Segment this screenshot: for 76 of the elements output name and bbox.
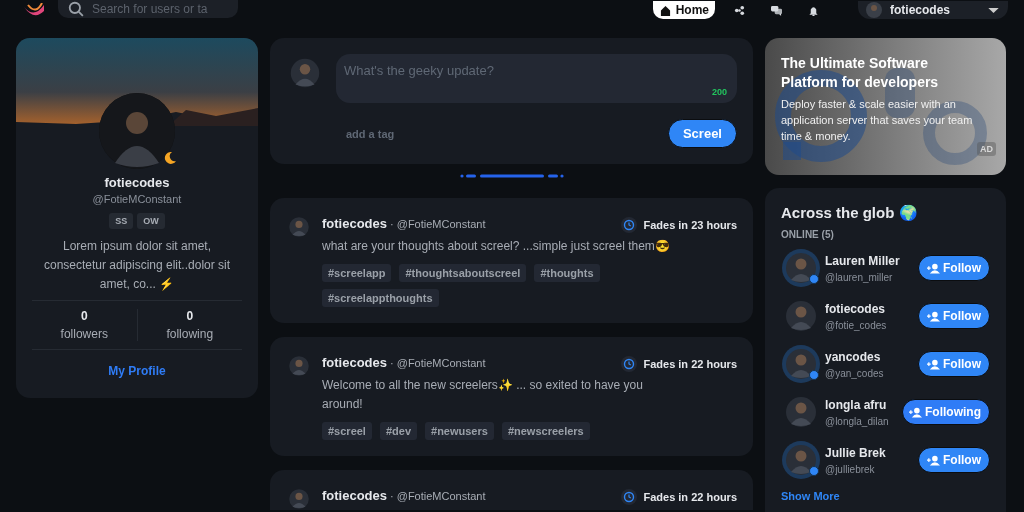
expiry-label: Fades in 22 hours (643, 358, 737, 370)
chat-icon (770, 4, 783, 16)
post-handle: · @FotieMConstant (390, 217, 486, 230)
profile-handle: @FotieMConstant (92, 193, 182, 205)
search-bar[interactable]: Search for users or ta (58, 0, 238, 18)
tag-input[interactable]: add a tag (344, 126, 468, 141)
avatar (286, 214, 312, 240)
timer-icon (621, 217, 638, 233)
user-name: fotiecodes (825, 301, 886, 316)
avatar (286, 353, 312, 379)
user-handle: @yan_codes (825, 367, 885, 379)
ad-label: AD (977, 142, 996, 156)
expiry-label: Fades in 22 hours (643, 491, 737, 503)
follow-button[interactable]: Follow (918, 303, 990, 329)
hashtag[interactable]: #screel (322, 422, 372, 440)
hashtag[interactable]: #screelapp (322, 264, 392, 282)
hashtag[interactable]: #newusers (425, 422, 494, 440)
hashtag[interactable]: #screelappthoughts (322, 289, 439, 307)
profile-badge: OW (137, 213, 165, 229)
search-icon (68, 1, 84, 17)
add-person-icon (927, 358, 940, 370)
hashtag[interactable]: #newscreelers (501, 422, 590, 440)
profile-link[interactable]: My Profile (108, 364, 166, 378)
online-count: ONLINE (5) (781, 229, 835, 240)
follow-button[interactable]: Follow (918, 447, 990, 473)
user-handle: @longla_dilan (825, 415, 890, 427)
user-name: Jullie Brek (825, 445, 887, 460)
post-author: fotiecodes (322, 355, 387, 370)
home-tab[interactable]: Home (652, 1, 715, 19)
stat-value: 0 (186, 309, 194, 323)
user-handle: @julliebrek (825, 463, 876, 475)
post-handle: · @FotieMConstant (390, 356, 486, 369)
follow-button[interactable]: Follow (918, 255, 990, 281)
post-handle: · @FotieMConstant (390, 489, 486, 502)
post-text: Welcome to all the new screelers✨ ... so exited to have you around! (322, 377, 644, 413)
timer-icon (621, 489, 638, 505)
stat-label: followers (60, 327, 108, 341)
user-name: longla afru (825, 397, 888, 412)
following-button[interactable]: Following (902, 399, 990, 425)
timer-icon (621, 356, 638, 372)
ad-title: The Ultimate Software Platform for developers (781, 54, 940, 92)
moon-icon (163, 151, 177, 165)
ad-text: Deploy faster & scale easier with an application server that saves your team time & money. (781, 97, 974, 144)
stat-label: following (166, 327, 214, 341)
add-person-icon (909, 406, 922, 418)
expiry-label: Fades in 23 hours (643, 219, 737, 231)
add-person-icon (927, 262, 940, 274)
character-counter: 200 (711, 87, 727, 97)
dots-icon (733, 4, 746, 16)
hashtag[interactable]: #thoughtsaboutscreel (399, 264, 527, 282)
hashtag[interactable]: #dev (379, 422, 417, 440)
add-person-icon (927, 454, 940, 466)
stat-value: 0 (80, 309, 88, 323)
user-handle: @lauren_miller (825, 271, 894, 283)
hashtag[interactable]: #thoughts (534, 264, 600, 282)
follow-button[interactable]: Follow (918, 351, 990, 377)
post-author: fotiecodes (322, 216, 387, 231)
user-handle: @fotie_codes (825, 319, 888, 331)
user-name: yancodes (825, 349, 882, 364)
home-icon (658, 4, 672, 16)
avatar (286, 486, 312, 512)
search-field[interactable]: Search for users or ta (92, 2, 222, 16)
user-name: Lauren Miller (825, 253, 901, 268)
profile-badge: SS (109, 213, 134, 229)
post-text: what are your thoughts about screel? ...simple just screel them😎 (322, 238, 671, 255)
show-more-link[interactable]: Show More (781, 490, 840, 502)
ad-card[interactable]: The Ultimate Software Platform for developers Deploy faster & scale easier with an application server that saves your team time & money. AD (765, 38, 1006, 175)
section-title: Across the glob 🌍 (781, 204, 919, 222)
user-menu[interactable]: fotiecodes (858, 1, 1008, 19)
profile-bio: Lorem ipsum dolor sit amet, consectetur adipiscing elit..dolor sit amet, co... ⚡ (42, 238, 232, 293)
post-author: fotiecodes (322, 488, 387, 503)
profile-name: fotiecodes (104, 175, 170, 190)
add-person-icon (927, 310, 940, 322)
bell-icon (807, 4, 820, 16)
avatar (866, 2, 882, 18)
screel-button[interactable]: Screel (667, 119, 737, 148)
